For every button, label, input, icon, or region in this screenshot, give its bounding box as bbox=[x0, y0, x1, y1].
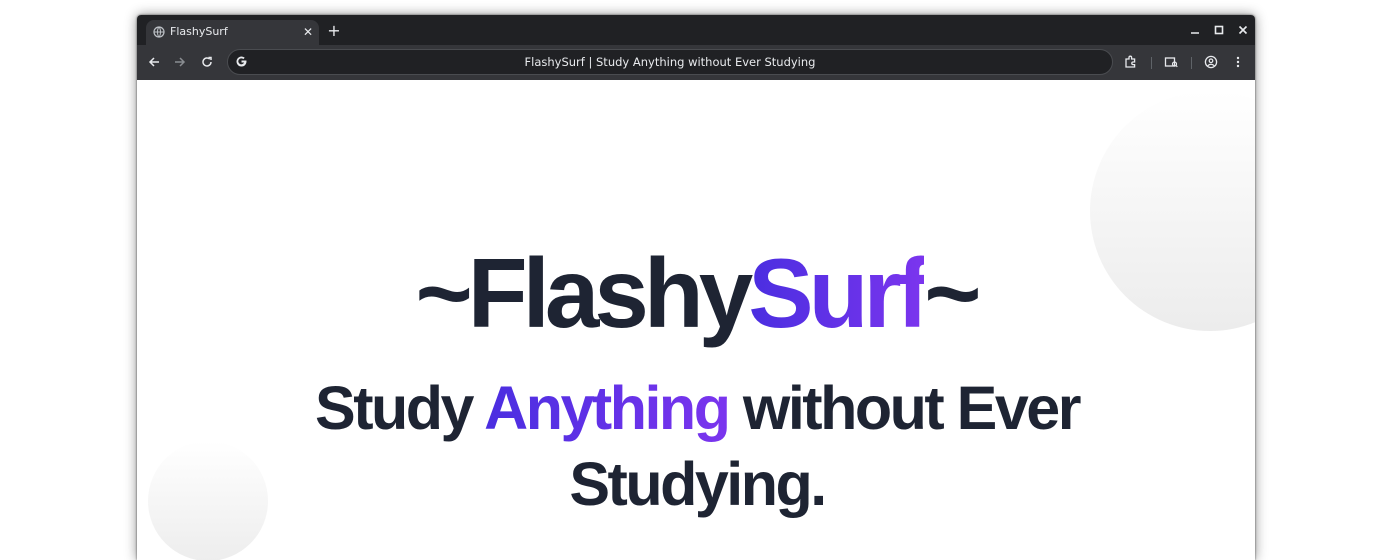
forward-arrow-icon[interactable] bbox=[173, 55, 187, 69]
headline-accent: Anything bbox=[484, 374, 731, 442]
tab-title: FlashySurf bbox=[170, 25, 228, 38]
maximize-icon[interactable] bbox=[1212, 23, 1226, 37]
browser-toolbar: FlashySurf | Study Anything without Ever… bbox=[137, 45, 1255, 80]
address-bar[interactable]: FlashySurf | Study Anything without Ever… bbox=[227, 49, 1113, 75]
brand-prefix: ~Flashy bbox=[415, 238, 754, 348]
brand-accent: Surf bbox=[748, 238, 929, 348]
reload-icon[interactable] bbox=[200, 55, 214, 69]
media-cast-icon[interactable] bbox=[1164, 55, 1178, 69]
hero-headline: Study Anything without Ever Studying. bbox=[257, 370, 1137, 522]
minimize-icon[interactable] bbox=[1188, 23, 1202, 37]
toolbar-divider bbox=[1191, 57, 1192, 69]
puzzle-icon[interactable] bbox=[1124, 55, 1138, 69]
tab-strip: FlashySurf ✕ + bbox=[137, 15, 1255, 45]
new-tab-button[interactable]: + bbox=[325, 22, 343, 40]
kebab-menu-icon[interactable] bbox=[1231, 55, 1245, 69]
decorative-circle bbox=[148, 441, 268, 560]
address-text: FlashySurf | Study Anything without Ever… bbox=[524, 55, 816, 69]
globe-icon bbox=[153, 26, 165, 38]
profile-icon[interactable] bbox=[1204, 55, 1218, 69]
browser-window: FlashySurf ✕ + FlashySurf | Study Anythi… bbox=[137, 15, 1255, 560]
toolbar-divider bbox=[1151, 57, 1152, 69]
back-arrow-icon[interactable] bbox=[147, 55, 161, 69]
brand-suffix: ~ bbox=[924, 238, 981, 348]
page-content: ~FlashySurf~ Study Anything without Ever… bbox=[137, 80, 1255, 560]
brand-logo-title: ~FlashySurf~ bbox=[137, 238, 1255, 348]
close-window-icon[interactable] bbox=[1236, 23, 1250, 37]
tab-close-icon[interactable]: ✕ bbox=[301, 25, 315, 39]
tab-flashysurf[interactable]: FlashySurf ✕ bbox=[146, 20, 319, 45]
headline-part1: Study bbox=[315, 374, 485, 442]
